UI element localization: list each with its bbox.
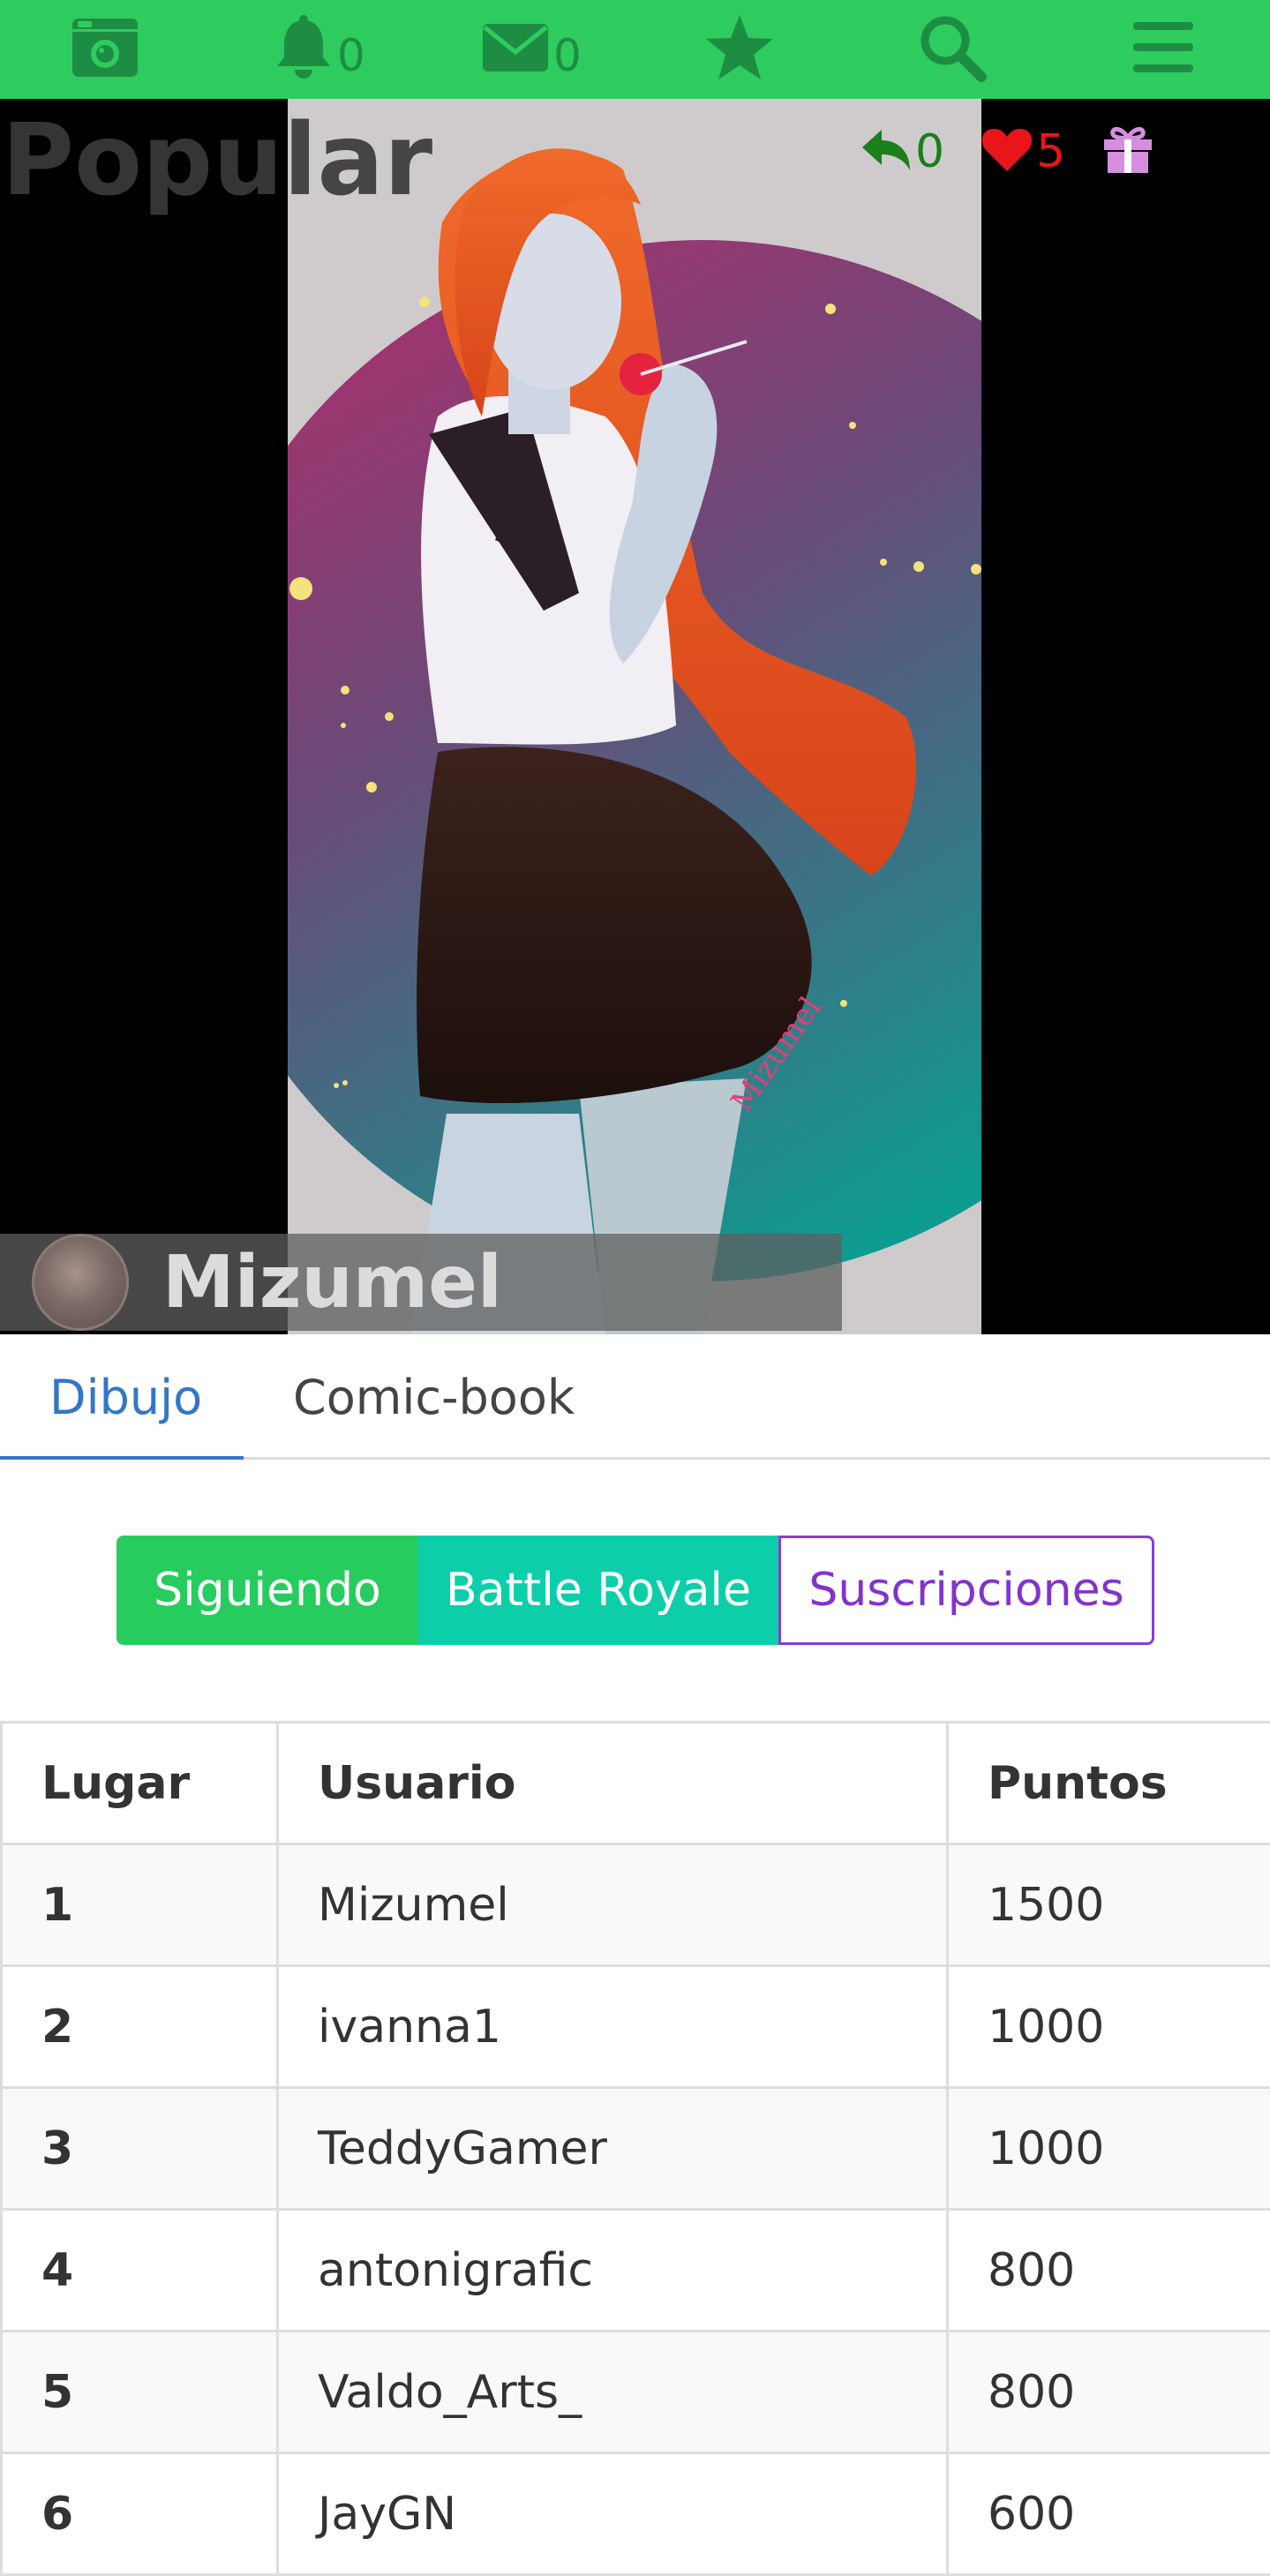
ranking-filter-group: Siguiendo Battle Royale Suscripciones: [116, 1536, 1154, 1645]
row-points: 800: [948, 2210, 1270, 2332]
row-points: 1000: [948, 2088, 1270, 2210]
notifications-button[interactable]: 0: [274, 0, 365, 95]
bell-icon: [274, 15, 334, 80]
row-place: 6: [2, 2453, 278, 2575]
reply-button[interactable]: 0: [860, 128, 944, 176]
star-icon: [704, 13, 775, 82]
row-place: 5: [2, 2332, 278, 2453]
row-user[interactable]: JayGN: [278, 2453, 948, 2575]
tab-dibujo[interactable]: Dibujo: [49, 1334, 202, 1460]
column-header-points: Puntos: [948, 1723, 1270, 1844]
row-user[interactable]: ivanna1: [278, 1966, 948, 2088]
table-row: 5 Valdo_Arts_ 800: [2, 2332, 1270, 2453]
row-user[interactable]: Valdo_Arts_: [278, 2332, 948, 2453]
gift-button[interactable]: [1102, 125, 1154, 178]
favorites-button[interactable]: [704, 0, 775, 95]
table-header-row: Lugar Usuario Puntos: [2, 1723, 1270, 1844]
top-navbar: 0 0: [0, 0, 1270, 99]
tab-comic-book[interactable]: Comic-book: [293, 1334, 575, 1460]
author-bar[interactable]: Mizumel: [0, 1234, 842, 1331]
camera-icon: [71, 17, 139, 79]
reply-icon: [860, 128, 912, 176]
category-tabs: Dibujo Comic-book: [0, 1334, 1270, 1460]
table-row: 1 Mizumel 1500: [2, 1844, 1270, 1966]
reply-count: 0: [915, 129, 944, 175]
like-count: 5: [1036, 129, 1065, 175]
row-points: 1000: [948, 1966, 1270, 2088]
battle-royale-button[interactable]: Battle Royale: [418, 1536, 778, 1645]
row-user[interactable]: TeddyGamer: [278, 2088, 948, 2210]
row-points: 800: [948, 2332, 1270, 2453]
table-row: 6 JayGN 600: [2, 2453, 1270, 2575]
table-row: 2 ivanna1 1000: [2, 1966, 1270, 2088]
heart-icon: [981, 127, 1033, 176]
menu-icon: [1131, 20, 1195, 75]
search-button[interactable]: [918, 0, 987, 95]
row-place: 3: [2, 2088, 278, 2210]
artwork-actions: 0 5: [860, 125, 1191, 178]
column-header-place: Lugar: [2, 1723, 278, 1844]
messages-count: 0: [553, 34, 582, 78]
column-header-user: Usuario: [278, 1723, 948, 1844]
like-button[interactable]: 5: [981, 127, 1065, 176]
row-user[interactable]: Mizumel: [278, 1844, 948, 1966]
active-tab-indicator: [0, 1456, 244, 1460]
messages-button[interactable]: 0: [481, 0, 582, 95]
row-points: 600: [948, 2453, 1270, 2575]
row-place: 2: [2, 1966, 278, 2088]
row-place: 4: [2, 2210, 278, 2332]
featured-artwork-panel: Mizumel Popular 0 5: [0, 99, 1270, 1334]
envelope-icon: [481, 22, 550, 73]
notifications-count: 0: [337, 34, 365, 78]
table-row: 4 antonigrafic 800: [2, 2210, 1270, 2332]
author-avatar[interactable]: [32, 1234, 129, 1331]
row-points: 1500: [948, 1844, 1270, 1966]
row-user[interactable]: antonigrafic: [278, 2210, 948, 2332]
following-button[interactable]: Siguiendo: [116, 1536, 418, 1645]
camera-button[interactable]: [71, 0, 139, 95]
gift-icon: [1102, 125, 1154, 178]
row-place: 1: [2, 1844, 278, 1966]
author-name[interactable]: Mizumel: [162, 1241, 502, 1325]
menu-button[interactable]: [1131, 0, 1195, 95]
featured-artwork-image[interactable]: Mizumel: [288, 99, 981, 1334]
table-row: 3 TeddyGamer 1000: [2, 2088, 1270, 2210]
subscriptions-button[interactable]: Suscripciones: [778, 1536, 1154, 1645]
search-icon: [918, 13, 987, 82]
ranking-table: Lugar Usuario Puntos 1 Mizumel 1500 2 iv…: [0, 1721, 1270, 2576]
page-title: Popular: [2, 111, 432, 210]
